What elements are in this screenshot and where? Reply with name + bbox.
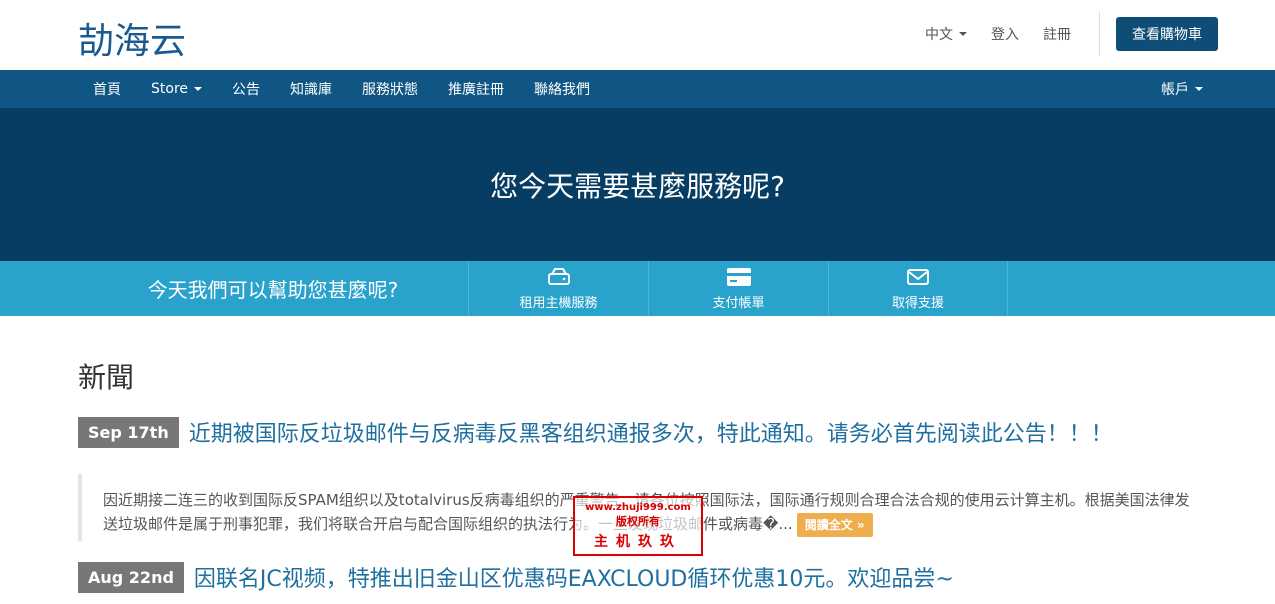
site-logo[interactable]: 劼海云 [78,12,186,64]
help-text: 今天我們可以幫助您甚麼呢? [147,278,399,302]
date-badge: Aug 22nd [78,561,184,593]
news-item: Sep 17th 近期被国际反垃圾邮件与反病毒反黑客组织通报多次，特此通知。请务… [78,416,1198,448]
nav-item-contact[interactable]: 聯絡我們 [519,70,605,108]
hero-banner: 您今天需要甚麼服務呢? [0,108,1275,261]
news-heading: 新聞 [78,361,135,394]
news-section: 新聞 Sep 17th 近期被国际反垃圾邮件与反病毒反黑客组织通报多次，特此通知… [78,356,1198,593]
nav-item-knowledgebase[interactable]: 知識庫 [275,70,347,108]
tile-label: 租用主機服務 [519,296,598,311]
chevron-down-icon [194,87,203,91]
top-links: 中文 登入 註冊 查看購物車 [925,12,1218,56]
hero-title: 您今天需要甚麼服務呢? [490,169,785,203]
view-cart-button[interactable]: 查看購物車 [1116,17,1218,51]
watermark-copyright: 版权所有 [616,514,660,528]
language-selector[interactable]: 中文 [925,24,967,44]
nav-item-store[interactable]: Store [136,70,217,108]
chevron-down-icon [1195,87,1203,91]
main-nav: 首頁 Store 公告 知識庫 服務狀態 推廣註冊 聯絡我們 帳戶 [0,70,1275,108]
news-item: Aug 22nd 因联名JC视频，特推出旧金山区优惠码EAXCLOUD循环优惠1… [78,561,1198,593]
tile-get-support[interactable]: 取得支援 [828,261,1008,316]
action-bar: 今天我們可以幫助您甚麼呢? 租用主機服務 支付帳單 取得支援 [0,261,1275,316]
tile-label: 取得支援 [891,296,944,311]
nav-item-home[interactable]: 首頁 [78,70,136,108]
news-title-link[interactable]: 近期被国际反垃圾邮件与反病毒反黑客组织通报多次，特此通知。请务必首先阅读此公告！… [189,416,1113,448]
watermark-stamp: www.zhuji999.com 版权所有 主机玖玖 [573,496,703,556]
nav-item-server-status[interactable]: 服務狀態 [347,70,433,108]
language-label: 中文 [925,27,953,43]
tile-label: 支付帳單 [712,296,765,311]
top-header: 劼海云 中文 登入 註冊 查看購物車 [0,0,1275,70]
nav-item-account-label: 帳戶 [1161,82,1189,98]
news-title-link[interactable]: 因联名JC视频，特推出旧金山区优惠码EAXCLOUD循环优惠10元。欢迎品尝~ [194,561,954,593]
nav-item-account[interactable]: 帳戶 [1146,70,1218,108]
nav-item-store-label: Store [151,81,189,97]
tile-pay-invoice[interactable]: 支付帳單 [648,261,828,316]
watermark-name: 主机玖玖 [594,533,682,550]
watermark-url: www.zhuji999.com [585,501,691,513]
server-icon [547,266,571,288]
date-badge: Sep 17th [78,416,179,448]
read-more-button[interactable]: 閱讀全文 » [796,513,873,537]
nav-item-affiliates[interactable]: 推廣註冊 [433,70,519,108]
envelope-icon [906,266,930,288]
nav-item-announcements[interactable]: 公告 [217,70,275,108]
divider [1099,12,1100,56]
login-link[interactable]: 登入 [991,24,1019,44]
credit-card-icon [726,266,752,288]
register-link[interactable]: 註冊 [1043,24,1071,44]
chevron-down-icon [959,32,967,36]
tile-order-hosting[interactable]: 租用主機服務 [468,261,648,316]
